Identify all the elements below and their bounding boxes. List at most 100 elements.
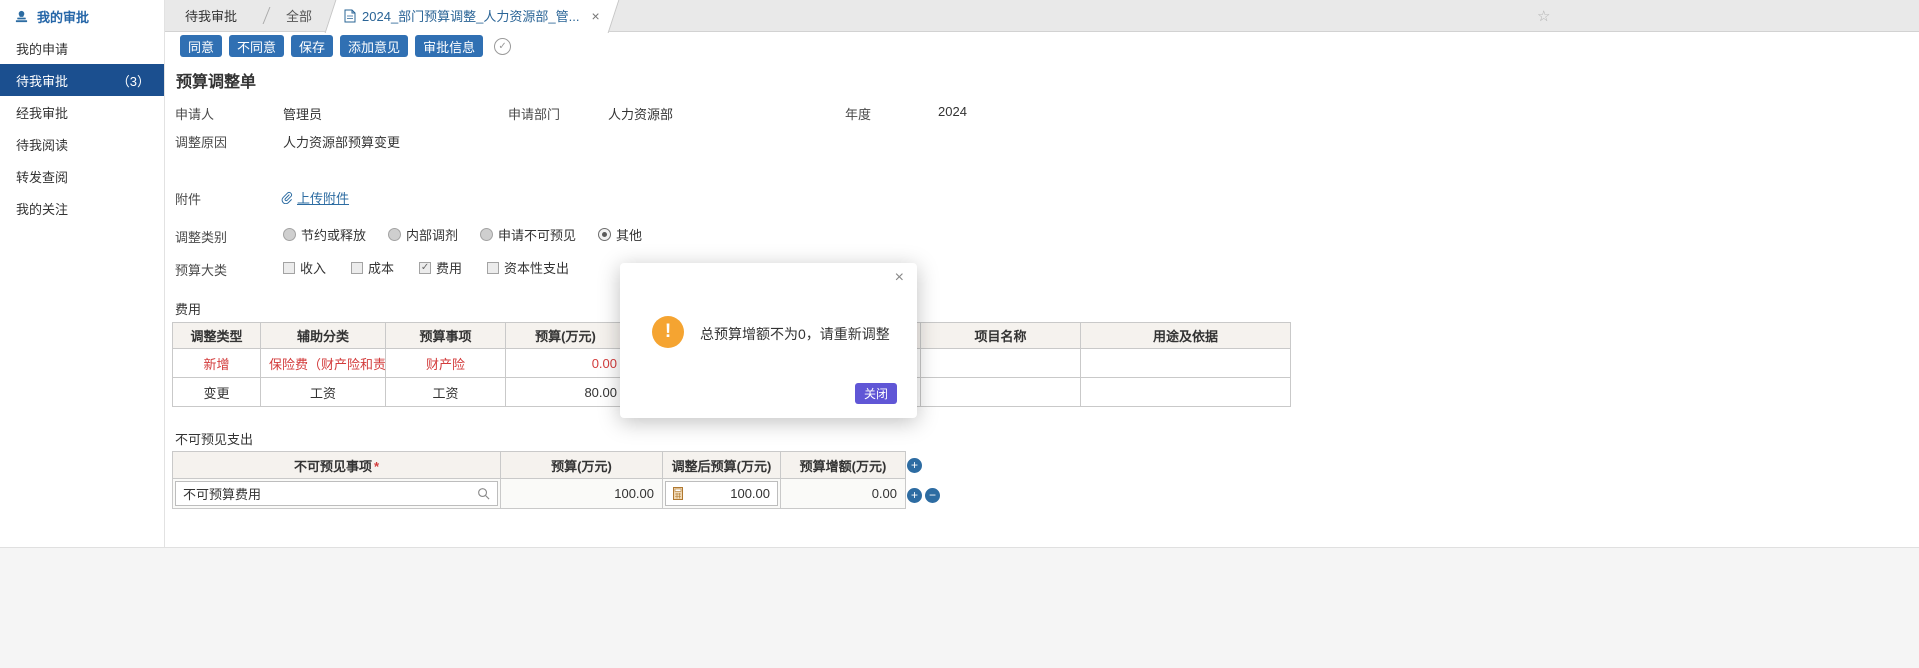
unforeseen-row: 不可预算费用 100.00 100.00 <box>173 479 906 509</box>
adjusted-budget-value: 100.00 <box>730 486 770 501</box>
warning-icon: ! <box>652 316 684 348</box>
sidebar-item-my-applications[interactable]: 我的申请 <box>0 32 164 64</box>
radio-icon <box>388 228 401 241</box>
add-row-button[interactable]: + <box>907 458 922 473</box>
sidebar: 我的审批 我的申请 待我审批 （3） 经我审批 待我阅读 转发查阅 我的关注 <box>0 0 165 547</box>
unforeseen-item-input[interactable]: 不可预算费用 <box>175 481 498 506</box>
checkbox-option-income[interactable]: 收入 <box>283 258 326 277</box>
tab-bar: 待我审批 全部 2024_部门预算调整_人力资源部_管... × ☆ <box>165 0 1919 32</box>
department-label: 申请部门 <box>508 104 560 123</box>
radio-label: 内部调剂 <box>406 225 458 244</box>
checkbox-option-capital[interactable]: 资本性支出 <box>487 258 569 277</box>
radio-option-saving[interactable]: 节约或释放 <box>283 225 366 244</box>
dialog-close-button[interactable]: 关闭 <box>855 383 897 404</box>
sidebar-item-pending-my-approval[interactable]: 待我审批 （3） <box>0 64 164 96</box>
cell-adjust-type: 变更 <box>173 378 261 407</box>
tab-all[interactable]: 全部 <box>270 0 328 32</box>
checkbox-label: 成本 <box>368 258 394 277</box>
sidebar-header-label: 我的审批 <box>37 7 89 26</box>
row-remove-button[interactable]: − <box>925 488 940 503</box>
radio-icon-checked <box>598 228 611 241</box>
save-button[interactable]: 保存 <box>291 35 333 57</box>
applicant-label: 申请人 <box>175 104 214 123</box>
radio-label: 节约或释放 <box>301 225 366 244</box>
upload-attachment-link[interactable]: 上传附件 <box>280 188 349 207</box>
tab-label: 2024_部门预算调整_人力资源部_管... <box>362 6 579 25</box>
document-icon <box>344 9 356 23</box>
cell-adjust-type: 新增 <box>173 349 261 378</box>
checkbox-option-cost[interactable]: 成本 <box>351 258 394 277</box>
col-aux-category: 辅助分类 <box>261 323 386 349</box>
row-add-button[interactable]: + <box>907 488 922 503</box>
year-label: 年度 <box>845 104 871 123</box>
checkbox-label: 资本性支出 <box>504 258 569 277</box>
tab-close-icon[interactable]: × <box>591 8 599 24</box>
tab-document[interactable]: 2024_部门预算调整_人力资源部_管... × <box>328 0 616 32</box>
col-unforeseen-item: 不可预见事项* <box>173 452 501 479</box>
seal-toggle-icon[interactable]: ✓ <box>494 38 511 55</box>
col-purpose: 用途及依据 <box>1081 323 1291 349</box>
col-budget-item: 预算事项 <box>386 323 506 349</box>
radio-option-unforeseen[interactable]: 申请不可预见 <box>480 225 576 244</box>
col-unforeseen-budget: 预算(万元) <box>501 452 663 479</box>
checkbox-label: 费用 <box>436 258 462 277</box>
calculator-icon[interactable] <box>673 487 683 500</box>
unforeseen-section-title: 不可预见支出 <box>175 429 253 448</box>
sidebar-item-label: 待我审批 <box>16 71 68 90</box>
app-window: 我的审批 我的申请 待我审批 （3） 经我审批 待我阅读 转发查阅 我的关注 待… <box>0 0 1919 668</box>
unforeseen-item-header-text: 不可预见事项 <box>294 459 372 474</box>
radio-label: 申请不可预见 <box>498 225 576 244</box>
reject-button[interactable]: 不同意 <box>229 35 284 57</box>
cell-budget-amount: 0.00 <box>506 349 626 378</box>
cell-aux-category: 工资 <box>261 378 386 407</box>
cell-unforeseen-budget: 100.00 <box>501 479 663 509</box>
alert-dialog: × ! 总预算增额不为0，请重新调整 关闭 <box>620 263 917 418</box>
adjust-category-group: 节约或释放 内部调剂 申请不可预见 其他 <box>283 225 642 244</box>
cell-unforeseen-item: 不可预算费用 <box>173 479 501 509</box>
approval-info-button[interactable]: 审批信息 <box>415 35 483 57</box>
add-comment-button[interactable]: 添加意见 <box>340 35 408 57</box>
tab-label: 全部 <box>286 6 312 25</box>
radio-label: 其他 <box>616 225 642 244</box>
col-unforeseen-increase: 预算增额(万元) <box>781 452 906 479</box>
sidebar-item-my-follow[interactable]: 我的关注 <box>0 192 164 224</box>
search-icon[interactable] <box>477 487 490 500</box>
favorite-star-icon[interactable]: ☆ <box>1537 7 1550 25</box>
col-project-name: 项目名称 <box>921 323 1081 349</box>
expense-section-title: 费用 <box>175 299 201 318</box>
checkbox-icon <box>351 262 363 274</box>
sidebar-header-my-approvals[interactable]: 我的审批 <box>0 0 164 32</box>
cell-budget-item: 工资 <box>386 378 506 407</box>
sidebar-item-approved-by-me[interactable]: 经我审批 <box>0 96 164 128</box>
attachment-label: 附件 <box>175 189 201 208</box>
col-budget-amount: 预算(万元) <box>506 323 626 349</box>
approval-stamp-icon <box>14 9 29 24</box>
upload-attachment-text: 上传附件 <box>297 188 349 207</box>
reason-value: 人力资源部预算变更 <box>283 132 400 151</box>
radio-icon <box>480 228 493 241</box>
dialog-close-icon[interactable]: × <box>895 269 904 287</box>
approve-button[interactable]: 同意 <box>180 35 222 57</box>
unforeseen-header-row: 不可预见事项* 预算(万元) 调整后预算(万元) 预算增额(万元) <box>173 452 906 479</box>
cell-budget-item: 财产险 <box>386 349 506 378</box>
sidebar-item-label: 待我阅读 <box>16 135 68 154</box>
sidebar-item-label: 我的关注 <box>16 199 68 218</box>
sidebar-item-forward-review[interactable]: 转发查阅 <box>0 160 164 192</box>
adjust-category-label: 调整类别 <box>175 227 227 246</box>
checkbox-option-expense[interactable]: 费用 <box>419 258 462 277</box>
cell-purpose <box>1081 378 1291 407</box>
col-adjust-type: 调整类型 <box>173 323 261 349</box>
adjusted-budget-input[interactable]: 100.00 <box>665 481 778 506</box>
sidebar-item-pending-my-reading[interactable]: 待我阅读 <box>0 128 164 160</box>
radio-option-internal[interactable]: 内部调剂 <box>388 225 458 244</box>
cell-aux-category: 保险费（财产险和责... <box>261 349 386 378</box>
sidebar-item-label: 经我审批 <box>16 103 68 122</box>
department-value: 人力资源部 <box>608 104 673 123</box>
sidebar-item-label: 我的申请 <box>16 39 68 58</box>
budget-class-label: 预算大类 <box>175 260 227 279</box>
cell-project-name <box>921 349 1081 378</box>
col-unforeseen-adjusted: 调整后预算(万元) <box>663 452 781 479</box>
cell-unforeseen-increase: 0.00 <box>781 479 906 509</box>
radio-option-other[interactable]: 其他 <box>598 225 642 244</box>
cell-project-name <box>921 378 1081 407</box>
